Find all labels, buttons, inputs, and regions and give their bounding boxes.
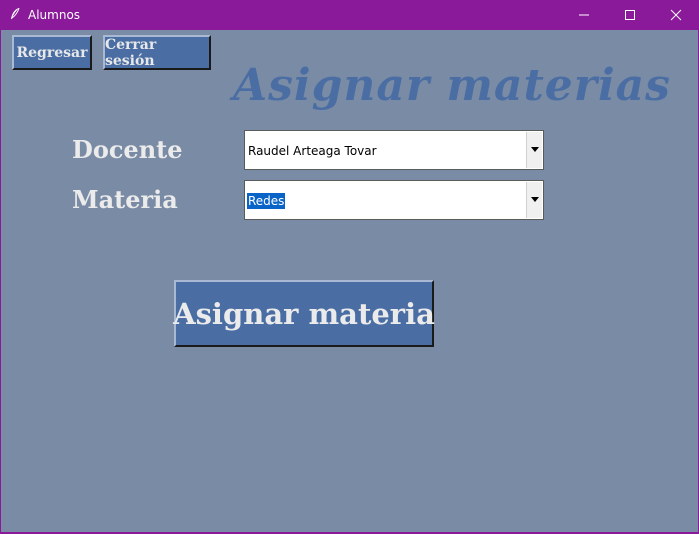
window-title: Alumnos <box>28 8 81 22</box>
materia-dropdown-button[interactable] <box>526 182 542 218</box>
maximize-icon <box>625 10 635 20</box>
assign-subject-button[interactable]: Asignar materia <box>173 280 435 347</box>
logout-button[interactable]: Cerrar sesión <box>103 35 211 70</box>
minimize-icon <box>579 14 589 16</box>
app-window: Alumnos Regresar Cerrar sesión Asignar m… <box>0 0 699 534</box>
materia-select[interactable]: Redes <box>244 180 544 220</box>
feather-icon <box>9 7 21 21</box>
maximize-button[interactable] <box>607 0 653 30</box>
docente-select[interactable]: Raudel Arteaga Tovar <box>244 130 544 170</box>
docente-select-value: Raudel Arteaga Tovar <box>248 144 377 158</box>
chevron-down-icon <box>531 197 539 202</box>
title-bar[interactable]: Alumnos <box>1 0 699 30</box>
docente-label: Docente <box>72 135 183 164</box>
docente-dropdown-button[interactable] <box>526 132 542 168</box>
minimize-button[interactable] <box>561 0 607 30</box>
back-button[interactable]: Regresar <box>12 35 92 70</box>
chevron-down-icon <box>531 147 539 152</box>
close-button[interactable] <box>653 0 699 30</box>
materia-label: Materia <box>72 185 178 214</box>
page-title: Asignar materias <box>233 60 671 111</box>
close-icon <box>670 9 682 21</box>
materia-select-value: Redes <box>247 193 286 209</box>
